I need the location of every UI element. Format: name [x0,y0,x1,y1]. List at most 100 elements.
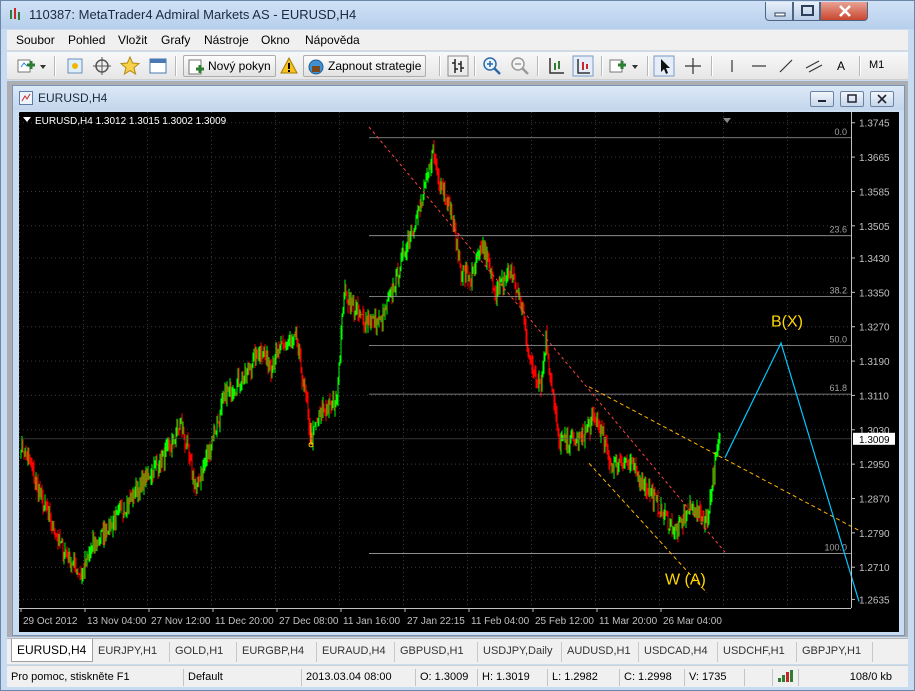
menu-soubor[interactable]: Soubor [16,33,55,47]
chart-menu-triangle-icon[interactable] [23,117,31,122]
crosshair-tool-button[interactable] [682,55,704,77]
menu-napoveda[interactable]: Nápověda [305,33,360,47]
close-button[interactable] [820,2,868,21]
autoscroll-button[interactable] [572,55,594,77]
fibonacci-level-label: 0.0 [834,127,847,137]
fibonacci-level-label: 38.2 [829,286,847,296]
timeframe-m1-button[interactable]: M1 [869,59,884,71]
tab-usdchf-h1[interactable]: USDCHF,H1 [718,642,797,662]
time-axis-label: 29 Oct 2012 [23,616,78,627]
price-axis-label: 1.3190 [859,357,890,368]
tab-active-eurusd-h4[interactable]: EURUSD,H4 [11,639,93,662]
price-axis-label: 1.3270 [859,323,890,334]
autotrading-button[interactable]: Zapnout strategie [303,55,427,77]
favorites-button[interactable] [119,55,141,77]
minimize-button[interactable] [765,2,793,21]
time-axis-label: 26 Mar 04:00 [663,616,722,627]
window-title: 110387: MetaTrader4 Admiral Markets AS -… [29,7,357,22]
tab-usdcad-h4[interactable]: USDCAD,H4 [639,642,718,662]
vertical-line-button[interactable] [721,55,743,77]
candlestick-chart[interactable]: 0.023.638.250.061.8100.0B(X)W (A)1.37451… [19,112,899,632]
price-axis-label: 1.2635 [859,595,890,606]
trendline-button[interactable] [775,55,797,77]
chart-window-title-bar[interactable]: EURUSD,H4 [13,86,904,110]
tab-eurjpy-h1[interactable]: EURJPY,H1 [93,642,170,662]
menu-nastroje[interactable]: Nástroje [204,33,249,47]
status-help: Pro pomoc, stiskněte F1 [11,671,130,683]
status-connection-spacer [744,669,772,686]
maximize-button[interactable] [793,2,820,21]
elliott-projection-line [724,341,860,602]
navigator-button[interactable] [147,55,169,77]
fibonacci-level-label: 61.8 [829,383,847,393]
tab-eurgbp-h4[interactable]: EURGBP,H4 [237,642,317,662]
profiles-button[interactable] [64,55,86,77]
trendline-icon [779,59,793,73]
time-axis-label: 27 Dec 08:00 [279,616,339,627]
chart-shift-button[interactable] [545,55,567,77]
indicators-button[interactable] [607,55,641,77]
zoom-out-button[interactable] [509,55,531,77]
tab-gbpusd-h1[interactable]: GBPUSD,H1 [395,642,478,662]
horizontal-line-button[interactable] [748,55,770,77]
tab-gold-h1[interactable]: GOLD,H1 [170,642,237,662]
time-axis-label: 11 Jan 16:00 [343,616,401,627]
profiles-icon [67,58,83,74]
alert-button[interactable] [278,55,300,77]
crosshair-icon [685,58,701,74]
price-axis-label: 1.3665 [859,153,890,164]
price-axis-label: 1.3505 [859,222,890,233]
chart-restore-button[interactable] [840,91,864,107]
chart-close-button[interactable] [870,91,894,107]
restore-icon [847,94,857,103]
price-axis-label: 1.3430 [859,254,890,265]
cursor-icon [653,55,675,77]
time-axis-label: 11 Dec 20:00 [215,616,274,627]
horizontal-line-icon [752,65,766,67]
price-chart[interactable]: 0.0 23.6 38.2 50.0 61.8 100.0 B(X) W (A) 1.3745 1… [19,112,899,632]
text-tool-button[interactable]: A [837,59,845,73]
price-axis-label: 1.2950 [859,460,890,471]
time-axis-label: 25 Feb 12:00 [535,616,594,627]
current-price-label: 1.3009 [859,435,890,446]
new-order-button[interactable]: Nový pokyn [183,55,276,77]
time-axis-label: 27 Nov 12:00 [151,616,211,627]
menu-grafy[interactable]: Grafy [161,33,190,47]
fibonacci-button[interactable] [803,55,825,77]
menu-pohled[interactable]: Pohled [68,33,105,47]
mdi-workspace: EURUSD,H4 0.0 23.6 38.2 50.0 61.8 100.0 B(X) W … [7,81,908,637]
status-bar: Pro pomoc, stiskněte F1 Default 2013.03.… [7,665,908,687]
status-traffic: 108/0 kb [798,669,898,686]
menu-okno[interactable]: Okno [261,33,290,47]
tab-gbpjpy-h1[interactable]: GBPJPY,H1 [797,642,873,662]
status-datetime: 2013.03.04 08:00 [301,669,415,686]
window-title-bar[interactable]: 110387: MetaTrader4 Admiral Markets AS -… [1,1,914,29]
time-axis-label: 11 Mar 20:00 [599,616,658,627]
bar-chart-button[interactable] [447,55,469,77]
price-axis-label: 1.3585 [859,187,890,198]
tab-audusd-h1[interactable]: AUDUSD,H1 [562,642,639,662]
chart-header-label: EURUSD,H4 1.3012 1.3015 1.3002 1.3009 [35,116,227,127]
chart-shift-icon [549,58,564,74]
status-profile: Default [183,669,301,686]
cursor-tool-button[interactable] [653,55,675,77]
indicators-icon [609,59,638,73]
zoom-out-icon [511,57,529,75]
tab-euraud-h4[interactable]: EURAUD,H4 [317,642,395,662]
trend-channel-line [368,126,726,553]
chart-minimize-button[interactable] [810,91,834,107]
zoom-in-button[interactable] [481,55,503,77]
app-icon [10,8,20,20]
menu-vlozit[interactable]: Vložit [118,33,147,47]
window-icon [149,58,167,74]
market-watch-button[interactable] [91,55,113,77]
shift-marker-icon[interactable] [723,118,731,123]
time-axis-label: 27 Jan 22:15 [407,616,465,627]
status-open: O: 1.3009 [415,669,477,686]
price-axis-label: 1.3745 [859,119,890,130]
tab-usdjpy-daily[interactable]: USDJPY,Daily [478,642,562,662]
close-icon [877,94,887,104]
new-chart-button[interactable] [15,55,49,77]
mt4-window: 110387: MetaTrader4 Admiral Markets AS -… [0,0,915,691]
wave-label: W (A) [665,571,706,588]
